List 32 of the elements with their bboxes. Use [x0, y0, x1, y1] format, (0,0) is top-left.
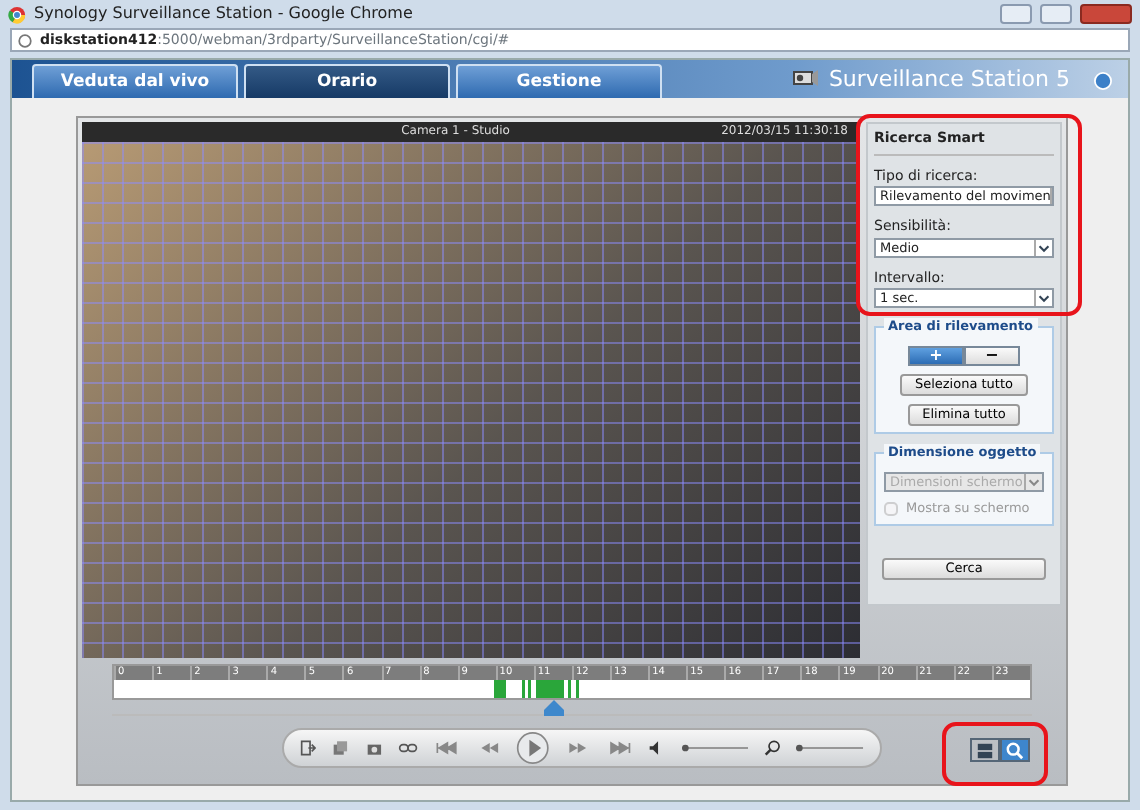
- zoom-slider[interactable]: [796, 744, 864, 752]
- skip-back-icon[interactable]: [434, 738, 462, 758]
- browser-logo-icon: [8, 5, 26, 23]
- rewind-icon[interactable]: [477, 738, 501, 758]
- mode-button[interactable]: +: [908, 345, 964, 366]
- zoom-icon[interactable]: [764, 738, 781, 758]
- window-title: Synology Surveillance Station - Google Chrome: [34, 2, 413, 26]
- dropdown-arrow-icon: [1034, 290, 1052, 306]
- slider-thumb[interactable]: [681, 744, 688, 752]
- export-icon[interactable]: [300, 738, 317, 758]
- play-icon[interactable]: [516, 728, 551, 768]
- skip-forward-icon[interactable]: [605, 738, 633, 758]
- tab[interactable]: Veduta dal vivo: [32, 64, 238, 98]
- minimize-button[interactable]: [1000, 4, 1032, 24]
- layout-view-button[interactable]: [970, 738, 1000, 762]
- app-title: Surveillance Station 5: [828, 64, 1070, 96]
- recording-segments-drawing: [494, 680, 580, 698]
- tab[interactable]: Gestione: [456, 64, 662, 98]
- link-icon[interactable]: [398, 738, 419, 758]
- fast-forward-icon[interactable]: [566, 738, 590, 758]
- slider-thumb[interactable]: [796, 744, 804, 752]
- mode-button[interactable]: −: [964, 345, 1020, 366]
- dropdown-arrow-icon: [1024, 473, 1042, 489]
- highlight-frame: [942, 722, 1048, 786]
- maximize-button[interactable]: [1040, 4, 1072, 24]
- volume-slider[interactable]: [681, 744, 749, 752]
- copy-icon[interactable]: [332, 738, 350, 758]
- tab[interactable]: Orario: [244, 64, 450, 98]
- page-icon: [18, 33, 32, 47]
- search-view-button[interactable]: [1000, 738, 1030, 762]
- dropdown-arrow-icon: [1034, 239, 1052, 255]
- help-icon[interactable]: [1094, 71, 1112, 90]
